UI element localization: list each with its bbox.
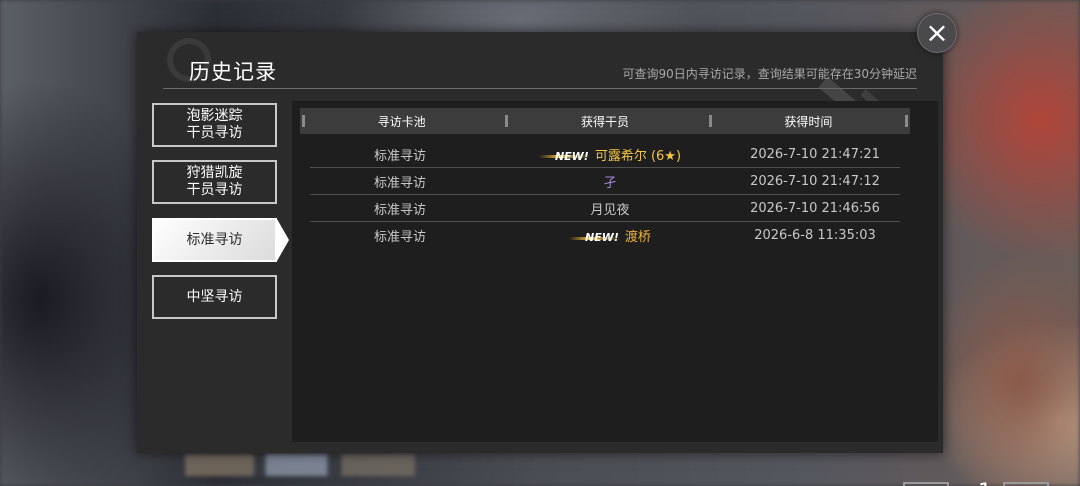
title-divider	[163, 88, 917, 89]
operator-cell: 月见夜	[490, 199, 730, 218]
operator-cell: 孑	[490, 172, 730, 191]
operator-name: 月见夜	[590, 202, 630, 218]
column-header-operator: 获得干员	[503, 108, 706, 134]
tab-hunting-triumph[interactable]: 狩猎凯旋 干员寻访	[152, 160, 277, 204]
pool-cell: 标准寻访	[373, 175, 426, 191]
background-character-strip	[185, 454, 415, 476]
page-title: 历史记录	[189, 60, 277, 84]
column-header-time: 获得时间	[707, 108, 910, 134]
table-row: 标准寻访 月见夜 2026-7-10 21:46:56	[310, 195, 900, 222]
operator-name: 孑	[603, 175, 617, 191]
pool-cell: 标准寻访	[373, 148, 426, 164]
table-row: 标准寻访 孑 2026-7-10 21:47:12	[310, 168, 900, 195]
tab-core[interactable]: 中坚寻访	[152, 275, 277, 319]
query-notice: 可查询90日内寻访记录，查询结果可能存在30分钟延迟	[622, 67, 917, 81]
close-icon: ×	[925, 16, 949, 49]
close-button[interactable]: ×	[917, 13, 957, 53]
history-table: 寻访卡池 获得干员 获得时间 标准寻访 NEW! 可露希尔 (6★) 2026-7…	[292, 101, 1049, 486]
table-body: 标准寻访 NEW! 可露希尔 (6★) 2026-7-10 21:47:21 标准…	[310, 141, 900, 249]
history-record-panel: 历史记录 可查询90日内寻访记录，查询结果可能存在30分钟延迟 泡影迷踪 干员寻…	[137, 32, 1049, 486]
column-header-pool: 寻访卡池	[300, 108, 503, 134]
operator-name: 渡桥	[624, 230, 651, 245]
next-page-button[interactable]: ›	[1003, 482, 1049, 486]
new-badge: NEW!	[538, 149, 591, 163]
operator-cell: NEW! 渡桥	[490, 226, 730, 245]
time-cell: 2026-7-10 21:46:56	[750, 200, 880, 216]
operator-cell: NEW! 可露希尔 (6★)	[490, 145, 730, 164]
time-cell: 2026-7-10 21:47:21	[750, 146, 880, 162]
page-number: 1	[963, 480, 1007, 486]
time-cell: 2026-7-10 21:47:12	[750, 173, 880, 189]
table-row: 标准寻访 NEW! 可露希尔 (6★) 2026-7-10 21:47:21	[310, 141, 900, 168]
table-header: 寻访卡池 获得干员 获得时间	[300, 108, 910, 134]
tab-bubble-trace[interactable]: 泡影迷踪 干员寻访	[152, 103, 277, 147]
pool-cell: 标准寻访	[373, 230, 426, 245]
time-cell: 2026-6-8 11:35:03	[754, 228, 876, 243]
operator-name: 可露希尔 (6★)	[594, 148, 682, 164]
table-row: 标准寻访 NEW! 渡桥 2026-6-8 11:35:03	[310, 222, 900, 249]
new-badge: NEW!	[569, 231, 621, 244]
prev-page-button[interactable]: ‹	[903, 482, 949, 486]
tab-standard[interactable]: 标准寻访	[152, 218, 277, 262]
pool-cell: 标准寻访	[373, 202, 426, 218]
